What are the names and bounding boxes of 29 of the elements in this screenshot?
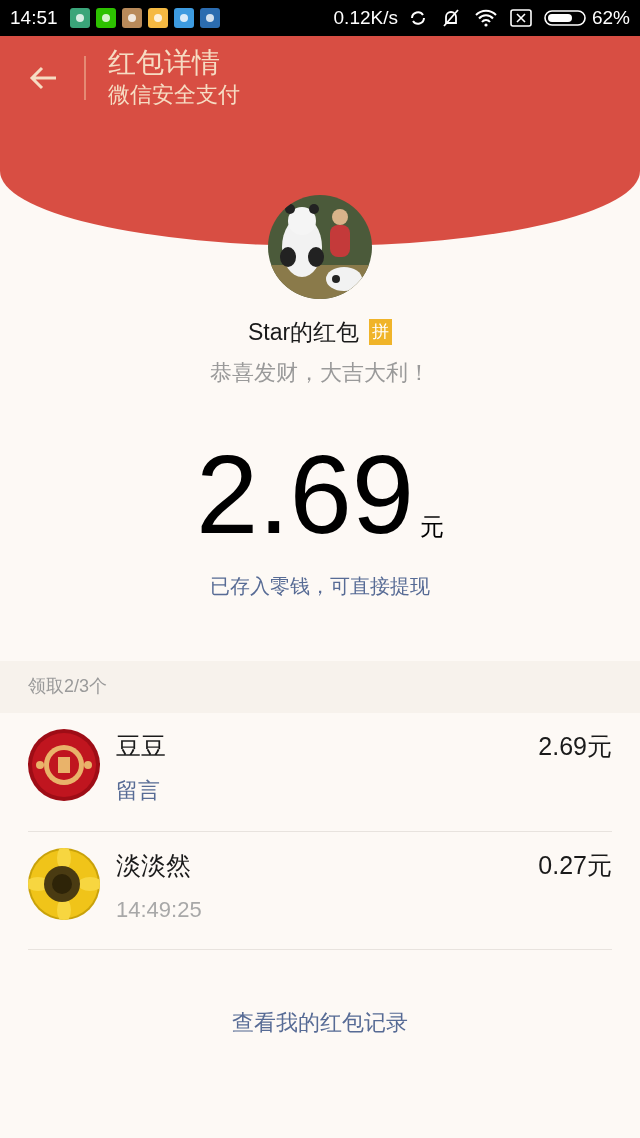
- group-badge: 拼: [369, 319, 393, 346]
- balance-note: 已存入零钱，可直接提现: [210, 573, 430, 599]
- clock: 14:51: [10, 5, 58, 30]
- wifi-icon: [473, 8, 498, 28]
- recipient-amount: 0.27元: [538, 849, 612, 881]
- currency-unit: 元: [420, 511, 444, 542]
- battery-icon: [543, 9, 586, 27]
- app-notification-icon: [199, 8, 220, 28]
- greeting: 恭喜发财，大吉大利！: [210, 358, 430, 387]
- recipient-name: 豆豆: [116, 730, 167, 762]
- back-arrow-icon[interactable]: [28, 65, 58, 91]
- amount: 2.69: [196, 438, 414, 551]
- no-sim-icon: [509, 9, 532, 27]
- app-notification-icon: [173, 8, 194, 28]
- recipient-name: 淡淡然: [116, 849, 192, 881]
- page-subtitle: 微信安全支付: [108, 81, 240, 109]
- records-link[interactable]: 查看我的红包记录: [232, 1005, 408, 1039]
- page-title: 红包详情: [108, 46, 221, 80]
- network-speed: 0.12K/s: [333, 5, 398, 30]
- battery-level: 62%: [591, 5, 630, 30]
- sender-name: Star的红包: [247, 318, 360, 347]
- app-notification-icon: [69, 8, 90, 28]
- app-notification-icon: [147, 8, 168, 28]
- app-notification-icon: [95, 8, 116, 28]
- received-time: 14:49:25: [116, 895, 203, 924]
- received-count: 领取2/3个: [28, 675, 108, 698]
- message-link[interactable]: 留言: [116, 774, 539, 807]
- app-notification-icon: [121, 8, 142, 28]
- recipient-amount: 2.69元: [538, 730, 612, 762]
